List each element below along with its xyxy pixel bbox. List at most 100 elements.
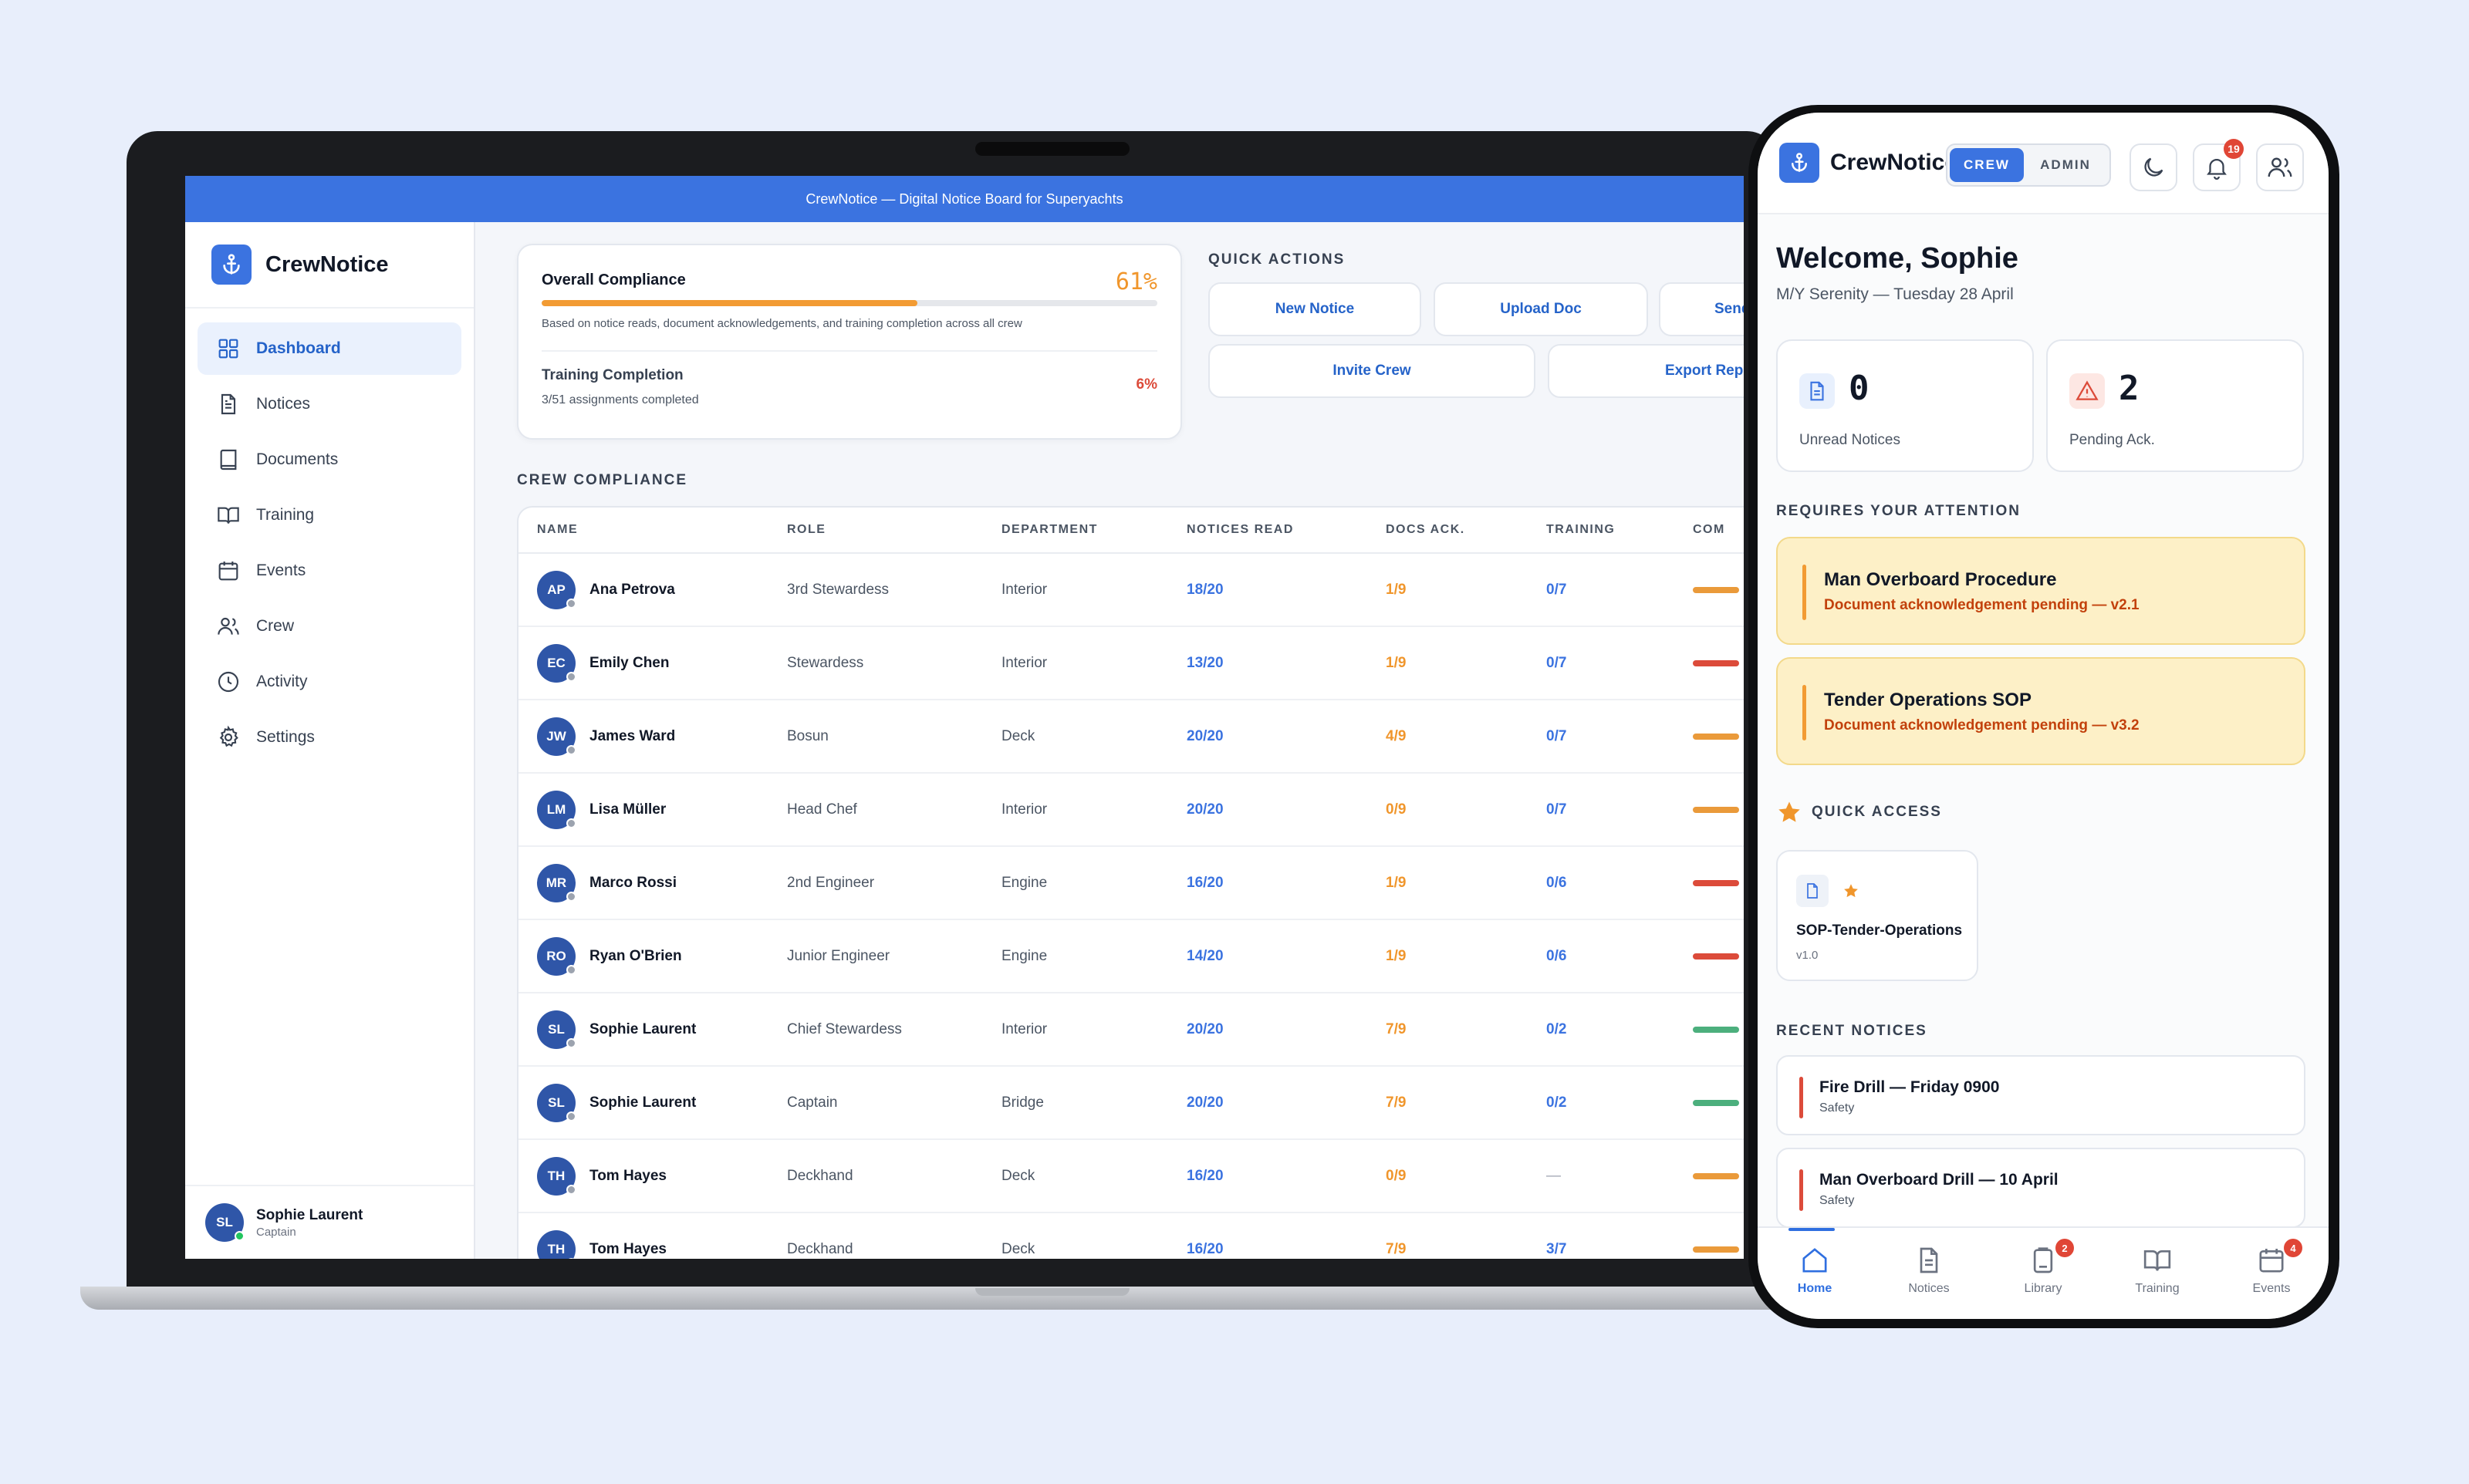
- compliance-progress-bar: [542, 300, 1157, 306]
- new-notice-button[interactable]: New Notice: [1208, 282, 1421, 336]
- quick-access-tile[interactable]: SOP-Tender-Operations v1.0: [1776, 850, 1978, 981]
- compliance-cell: [1693, 1246, 1744, 1253]
- crew-name[interactable]: Tom Hayes: [589, 1241, 667, 1258]
- sidebar-item-training[interactable]: Training: [198, 489, 461, 541]
- table-row[interactable]: LM Lisa Müller Head Chef Interior 20/20 0/9 0/…: [518, 774, 1744, 847]
- notice-card[interactable]: Fire Drill — Friday 0900 Safety: [1776, 1055, 2305, 1135]
- crew-department: Deck: [1001, 727, 1035, 744]
- crew-department: Bridge: [1001, 1094, 1044, 1111]
- compliance-status-bar: [1693, 1246, 1739, 1253]
- tab-training[interactable]: Training: [2100, 1228, 2214, 1319]
- compliance-status-bar: [1693, 1099, 1739, 1106]
- avatar: LM: [537, 790, 576, 829]
- brand[interactable]: CrewNotice: [185, 222, 474, 309]
- docs-ack-value: 7/9: [1386, 1094, 1407, 1111]
- attention-card[interactable]: Man Overboard Procedure Document acknowl…: [1776, 537, 2305, 645]
- training-value: 0/7: [1546, 581, 1567, 598]
- table-row[interactable]: RO Ryan O'Brien Junior Engineer Engine 14/20…: [518, 920, 1744, 993]
- current-user[interactable]: SL Sophie Laurent Captain: [185, 1185, 474, 1259]
- crew-department: Engine: [1001, 947, 1048, 964]
- crew-name[interactable]: Emily Chen: [589, 655, 669, 672]
- status-dot: [566, 891, 576, 902]
- notifications-button[interactable]: 19: [2193, 139, 2244, 191]
- anchor-icon: [1779, 143, 1819, 183]
- pending-ack-label: Pending Ack.: [2069, 432, 2155, 448]
- table-row[interactable]: TH Tom Hayes Deckhand Deck 16/20 7/9 3/7: [518, 1213, 1744, 1259]
- laptop-camera-notch: [975, 142, 1130, 156]
- notices-read-value: 13/20: [1187, 654, 1224, 671]
- unread-notices-stat[interactable]: 0 Unread Notices: [1776, 339, 2034, 472]
- table-header: NAME ROLE DEPARTMENT NOTICES READ DOCS A…: [518, 508, 1744, 554]
- sidebar-item-label: Crew: [256, 617, 295, 635]
- crew-name[interactable]: Sophie Laurent: [589, 1021, 696, 1038]
- upload-doc-button[interactable]: Upload Doc: [1434, 282, 1648, 336]
- send-button[interactable]: Send: [1659, 282, 1744, 336]
- tab-library[interactable]: 2 Library: [1986, 1228, 2100, 1319]
- table-row[interactable]: EC Emily Chen Stewardess Interior 13/20 1/9 0/…: [518, 627, 1744, 700]
- crew-role: Captain: [787, 1094, 838, 1111]
- unread-notices-label: Unread Notices: [1799, 432, 1900, 448]
- crew-department: Interior: [1001, 581, 1048, 598]
- table-row[interactable]: AP Ana Petrova 3rd Stewardess Interior 18/20…: [518, 554, 1744, 627]
- notices-read-value: 14/20: [1187, 947, 1224, 964]
- brand-name: CrewNotice: [265, 251, 389, 277]
- sidebar-item-dashboard[interactable]: Dashboard: [198, 322, 461, 375]
- sidebar-item-settings[interactable]: Settings: [198, 711, 461, 764]
- admin-toggle-option[interactable]: ADMIN: [2024, 157, 2107, 173]
- crew-compliance-heading: CREW COMPLIANCE: [517, 472, 688, 488]
- column-header-compliance[interactable]: COM: [1693, 523, 1744, 537]
- active-tab-indicator: [1788, 1228, 1835, 1231]
- training-value: 0/2: [1546, 1020, 1567, 1037]
- crew-toggle-option[interactable]: CREW: [1950, 148, 2024, 182]
- crew-name-cell: AP Ana Petrova: [518, 570, 787, 609]
- pending-ack-stat[interactable]: 2 Pending Ack.: [2046, 339, 2304, 472]
- crew-name-cell: SL Sophie Laurent: [518, 1010, 787, 1049]
- avatar-initials: AP: [547, 582, 566, 597]
- sidebar-item-activity[interactable]: Activity: [198, 656, 461, 708]
- table-row[interactable]: SL Sophie Laurent Chief Stewardess Interior…: [518, 993, 1744, 1067]
- tab-home[interactable]: Home: [1758, 1228, 1872, 1319]
- sidebar-item-crew[interactable]: Crew: [198, 600, 461, 653]
- sidebar-item-label: Dashboard: [256, 339, 341, 357]
- profile-button[interactable]: [2256, 143, 2304, 191]
- tab-notices[interactable]: Notices: [1872, 1228, 1986, 1319]
- crew-name[interactable]: Marco Rossi: [589, 875, 677, 892]
- column-header-notices-read[interactable]: NOTICES READ: [1187, 523, 1386, 537]
- table-row[interactable]: SL Sophie Laurent Captain Bridge 20/20 7/9 0/2: [518, 1067, 1744, 1140]
- sidebar-item-documents[interactable]: Documents: [198, 433, 461, 486]
- attention-card[interactable]: Tender Operations SOP Document acknowled…: [1776, 657, 2305, 765]
- users-icon: [218, 617, 239, 635]
- tab-events[interactable]: 4 Events: [2214, 1228, 2329, 1319]
- vessel-date-subtitle: M/Y Serenity — Tuesday 28 April: [1776, 285, 2014, 303]
- column-header-training[interactable]: TRAINING: [1546, 523, 1693, 537]
- column-header-role[interactable]: ROLE: [787, 523, 1001, 537]
- invite-crew-button[interactable]: Invite Crew: [1208, 344, 1535, 398]
- dark-mode-button[interactable]: [2130, 143, 2177, 191]
- export-report-button[interactable]: Export Repo: [1548, 344, 1744, 398]
- table-row[interactable]: TH Tom Hayes Deckhand Deck 16/20 0/9 —: [518, 1140, 1744, 1213]
- calendar-icon: [218, 562, 238, 581]
- crew-name[interactable]: Ryan O'Brien: [589, 948, 682, 965]
- crew-department: Deck: [1001, 1240, 1035, 1257]
- column-header-name[interactable]: NAME: [518, 523, 787, 537]
- open-book-icon: [2143, 1250, 2171, 1271]
- table-row[interactable]: MR Marco Rossi 2nd Engineer Engine 16/20 1/9 0…: [518, 847, 1744, 920]
- crew-name[interactable]: Ana Petrova: [589, 582, 675, 599]
- crew-name[interactable]: Lisa Müller: [589, 801, 666, 818]
- avatar-initials: SL: [548, 1094, 565, 1110]
- column-header-docs-ack[interactable]: DOCS ACK.: [1386, 523, 1546, 537]
- crew-name[interactable]: Tom Hayes: [589, 1168, 667, 1185]
- star-icon[interactable]: [1842, 882, 1859, 899]
- avatar: TH: [537, 1156, 576, 1196]
- crew-name[interactable]: James Ward: [589, 728, 675, 745]
- sidebar-item-events[interactable]: Events: [198, 545, 461, 597]
- column-header-department[interactable]: DEPARTMENT: [1001, 523, 1187, 537]
- notice-card[interactable]: Man Overboard Drill — 10 April Safety: [1776, 1148, 2305, 1228]
- crew-department: Engine: [1001, 874, 1048, 891]
- sidebar-item-notices[interactable]: Notices: [198, 378, 461, 430]
- table-row[interactable]: JW James Ward Bosun Deck 20/20 4/9 0/7: [518, 700, 1744, 774]
- notices-read-value: 16/20: [1187, 874, 1224, 891]
- sidebar-item-label: Events: [256, 562, 306, 579]
- crew-name[interactable]: Sophie Laurent: [589, 1094, 696, 1111]
- avatar-initials: TH: [547, 1168, 566, 1183]
